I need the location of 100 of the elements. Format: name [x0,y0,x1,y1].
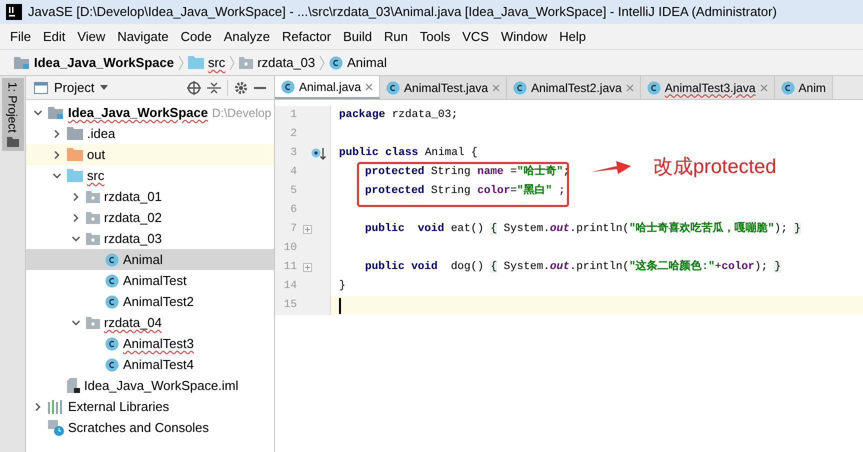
tree-item-label: out [87,146,106,164]
fold-icon[interactable] [303,263,312,272]
close-icon[interactable] [492,84,500,92]
tree-item[interactable]: External Libraries [26,396,274,417]
class-icon [105,358,119,372]
chevron-right-icon[interactable] [52,128,62,138]
arrow-icon [591,160,631,176]
chevron-right-icon[interactable] [71,192,81,202]
tree-item[interactable]: AnimalTest3 [26,333,274,354]
text-cursor [339,298,341,314]
view-selector[interactable]: Project [54,78,108,98]
fold-icon[interactable] [303,225,312,234]
collapse-icon[interactable] [207,80,221,94]
tree-item[interactable]: rzdata_03 [26,228,274,249]
line-number: 10 [282,241,297,256]
tree-item[interactable]: src [26,165,274,186]
tree-item-label: rzdata_01 [104,188,162,206]
line-number: 6 [289,203,297,218]
chevron-right-icon[interactable] [52,150,62,160]
tree-item[interactable]: rzdata_01 [26,186,274,207]
class-icon [513,80,528,94]
tree-item[interactable]: AnimalTest [26,270,274,291]
class-icon [105,336,119,350]
menu-item[interactable]: Refactor [276,24,338,49]
target-icon[interactable] [187,80,201,94]
tree-item-label: AnimalTest2 [123,292,194,311]
editor-tab[interactable]: AnimalTest3.java [640,76,775,99]
chevron-down-icon[interactable] [52,170,62,180]
minimize-icon[interactable] [254,86,266,88]
breadcrumb-separator-icon [178,54,184,70]
package-folder-icon [86,232,100,244]
class-icon [386,80,400,94]
code-line: } [339,279,346,294]
folder-icon [67,169,83,182]
close-icon[interactable] [760,84,768,92]
tree-item[interactable]: Idea_Java_WorkSpace D:\Develop [26,102,274,123]
chevron-down-icon[interactable] [71,318,81,328]
menu-item[interactable]: Window [494,24,554,49]
menu-item[interactable]: Help [553,24,592,49]
menu-item[interactable]: File [4,24,37,49]
code-line: public void eat() { System.out.println("哈士奇喜欢吃苦瓜，嘎嘣脆"); } [365,221,801,238]
file-icon [67,378,80,393]
tree-item[interactable]: Scratches and Consoles [26,417,274,438]
editor-tab[interactable]: AnimalTest2.java [507,76,641,99]
chevron-right-icon[interactable] [33,402,43,412]
class-icon [281,80,295,94]
window-title: JavaSE [D:\Develop\Idea_Java_WorkSpace] - ...\src\rzdata_03\Animal.java [Idea_Java_WorkSpace] - IntelliJ IDEA (Administrator) [28,3,777,22]
line-number: 14 [282,279,297,294]
tree-item[interactable]: .idea [26,123,274,144]
class-icon [646,80,661,94]
chevron-down-icon[interactable] [71,234,81,244]
editor-tab[interactable]: Animal.java [275,76,380,99]
editor-tab[interactable]: Anim [774,76,833,99]
breadcrumb-item[interactable]: Animal [329,52,387,72]
settings-icon[interactable] [234,80,248,94]
project-tool-tab[interactable]: 1: Project [2,78,24,151]
editor-tab[interactable]: AnimalTest.java [380,76,508,99]
menu-item[interactable]: Code [174,24,218,49]
tree-item[interactable]: AnimalTest2 [26,291,274,312]
class-icon [780,80,795,94]
folder-icon [188,56,204,69]
breadcrumb-item[interactable]: Idea_Java_WorkSpace [14,52,174,72]
tree-item[interactable]: Animal [26,249,274,270]
folder-icon [6,136,18,147]
code-line: public class Animal { [339,146,478,162]
menu-item[interactable]: Build [337,24,378,49]
close-icon[interactable] [365,82,374,90]
menu-item[interactable]: Run [378,24,414,49]
package-folder-icon [86,212,100,224]
libraries-icon [48,400,64,414]
breadcrumb-item[interactable]: src [188,52,226,72]
tree-item[interactable]: AnimalTest4 [26,354,274,375]
tree-item-label: Animal [123,250,163,269]
line-number: 5 [289,184,297,200]
tree-item[interactable]: Idea_Java_WorkSpace.iml [26,375,274,396]
menu-item[interactable]: Edit [36,24,72,49]
tree-item-label: rzdata_02 [104,208,162,227]
scratches-icon [48,420,64,436]
module-folder-icon [48,106,64,120]
line-number: 15 [282,298,297,314]
class-icon [105,252,119,266]
menu-item[interactable]: Navigate [111,24,175,49]
menu-item[interactable]: VCS [456,24,495,49]
menu-item[interactable]: Tools [414,24,456,49]
app-logo-icon [6,4,22,20]
line-number: 7 [289,222,297,238]
close-icon[interactable] [626,84,634,92]
breadcrumb-item[interactable]: rzdata_03 [239,52,316,72]
path-hint: D:\Develop [212,104,272,122]
tree-item[interactable]: rzdata_04 [26,312,274,333]
implemented-marker-icon[interactable] [311,146,327,160]
chevron-down-icon[interactable] [33,108,43,118]
line-number: 4 [289,165,297,180]
package-folder-icon [239,56,254,68]
menu-item[interactable]: View [71,24,112,49]
menu-item[interactable]: Analyze [218,24,276,49]
tree-item[interactable]: out [26,144,274,165]
chevron-right-icon[interactable] [71,212,81,222]
tree-item-label: AnimalTest4 [123,356,194,374]
tree-item[interactable]: rzdata_02 [26,207,274,228]
